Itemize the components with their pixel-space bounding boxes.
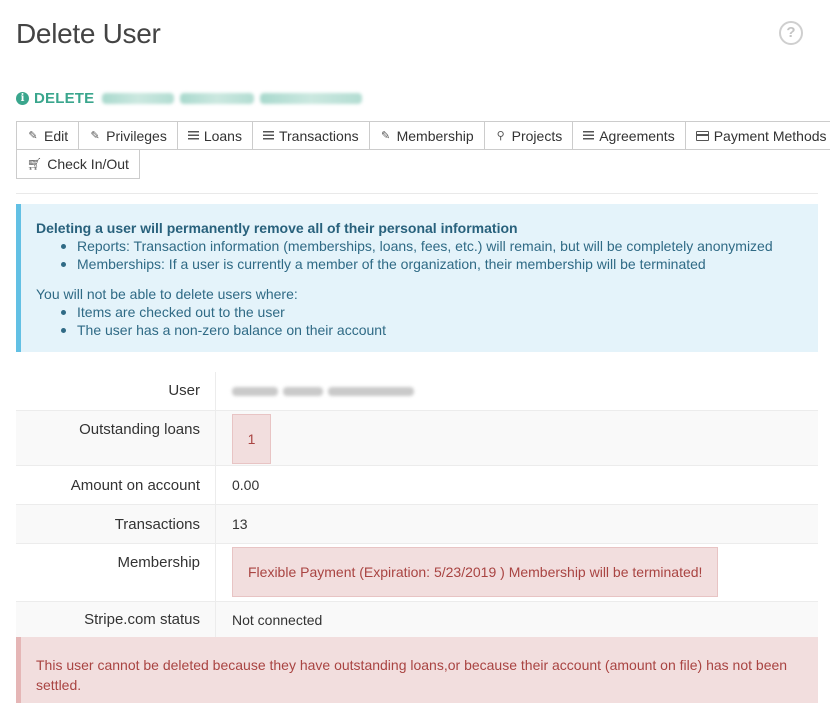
row-label: User (16, 372, 216, 410)
shopping-cart-icon: 🛒︎ (27, 157, 43, 171)
list-icon (187, 131, 199, 140)
tab-edit[interactable]: ✎ Edit (16, 121, 80, 150)
pin-icon: ⚲ (496, 130, 505, 142)
table-row: User (16, 372, 818, 410)
tab-loans[interactable]: Loans (176, 121, 253, 150)
row-value (216, 372, 818, 410)
tab-label: Loans (203, 127, 242, 144)
delete-label: DELETE (34, 89, 95, 107)
tab-label: Membership (396, 127, 474, 144)
tab-label: Payment Methods (713, 127, 827, 144)
tab-label: Projects (511, 127, 563, 144)
tab-label: Check In/Out (47, 156, 129, 172)
redacted-user-name (102, 92, 363, 104)
table-row: Outstanding loans 1 (16, 410, 818, 465)
tab-payment-methods[interactable]: Payment Methods (684, 121, 830, 150)
tab-agreements[interactable]: Agreements (572, 121, 686, 150)
info-points: Reports: Transaction information (member… (61, 237, 803, 273)
row-value: 0.00 (232, 477, 260, 493)
redacted-user-value (232, 386, 414, 396)
membership-warning: Flexible Payment (Expiration: 5/23/2019 … (232, 547, 719, 597)
tab-check-in-out[interactable]: 🛒︎ Check In/Out (16, 149, 140, 179)
info-heading: Deleting a user will permanently remove … (36, 220, 518, 236)
row-value: 13 (232, 516, 248, 532)
question-circle-icon[interactable]: ? (779, 21, 803, 45)
table-row: Amount on account 0.00 (16, 465, 818, 504)
list-item: Items are checked out to the user (61, 303, 803, 321)
list-icon (583, 131, 595, 140)
tab-label: Agreements (599, 127, 675, 144)
row-label: Stripe.com status (16, 602, 216, 637)
row-label: Membership (16, 544, 216, 601)
row-label: Outstanding loans (16, 411, 216, 465)
table-row: Transactions 13 (16, 504, 818, 543)
restriction-intro: You will not be able to delete users whe… (36, 286, 298, 302)
pencil-icon: ✎ (28, 130, 38, 142)
list-item: Memberships: If a user is currently a me… (61, 255, 803, 273)
info-alert: Deleting a user will permanently remove … (16, 204, 818, 352)
list-icon (262, 131, 274, 140)
credit-card-icon (695, 130, 709, 141)
tab-transactions[interactable]: Transactions (251, 121, 370, 150)
tab-label: Transactions (278, 127, 359, 144)
divider (16, 193, 818, 194)
row-label: Amount on account (16, 466, 216, 504)
row-value: Not connected (232, 612, 323, 628)
restriction-points: Items are checked out to the user The us… (61, 303, 803, 339)
tab-label: Edit (44, 127, 69, 144)
row-value: 1 (216, 411, 818, 465)
tab-projects[interactable]: ⚲ Projects (483, 121, 574, 150)
row-label: Transactions (16, 505, 216, 543)
error-alert: This user cannot be deleted because they… (16, 637, 818, 703)
user-details-table: User Outstanding loans 1 Amount on accou… (16, 372, 818, 637)
delete-heading: i DELETE (16, 88, 363, 108)
pencil-icon: ✎ (90, 130, 100, 142)
table-row: Membership Flexible Payment (Expiration:… (16, 543, 818, 601)
tab-membership[interactable]: ✎ Membership (368, 121, 485, 150)
list-item: The user has a non-zero balance on their… (61, 321, 803, 339)
table-row: Stripe.com status Not connected (16, 601, 818, 637)
info-circle-icon: i (16, 91, 29, 105)
outstanding-loans-badge: 1 (232, 414, 271, 464)
list-item: Reports: Transaction information (member… (61, 237, 803, 255)
pencil-icon: ✎ (381, 130, 391, 142)
user-tabs: ✎ Edit ✎ Privileges Loans Transactions ✎… (16, 121, 830, 179)
row-value: Flexible Payment (Expiration: 5/23/2019 … (216, 544, 818, 601)
page-title: Delete User (16, 18, 161, 49)
tab-label: Privileges (106, 127, 167, 144)
tab-privileges[interactable]: ✎ Privileges (78, 121, 178, 150)
